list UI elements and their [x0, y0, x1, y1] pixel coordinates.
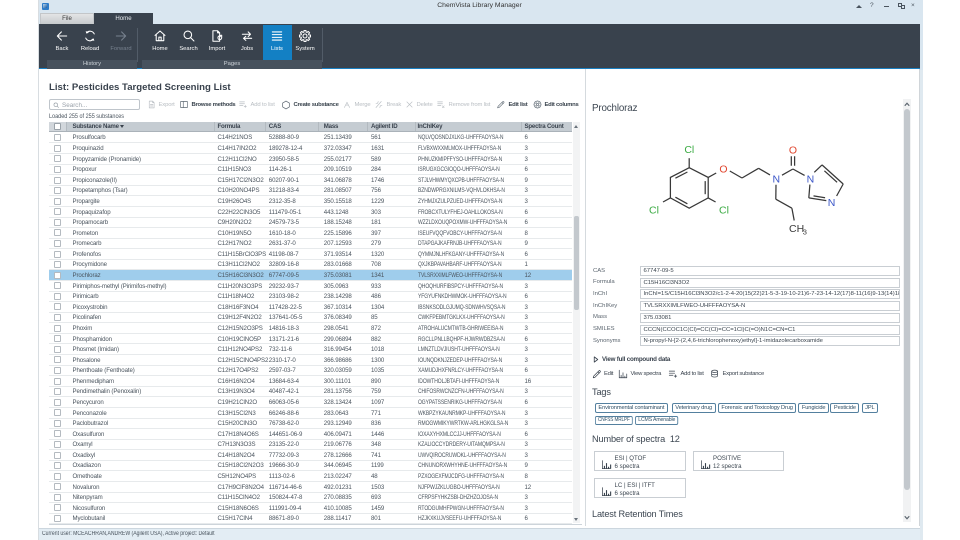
svg-text:3: 3	[803, 228, 807, 237]
svg-text:N: N	[828, 197, 836, 209]
svg-text:Cl: Cl	[719, 204, 729, 216]
svg-text:N: N	[773, 174, 781, 186]
svg-text:N: N	[807, 174, 815, 186]
svg-text:Cl: Cl	[649, 204, 659, 216]
svg-text:Cl: Cl	[684, 144, 694, 156]
svg-text:O: O	[719, 164, 727, 176]
svg-text:O: O	[789, 145, 797, 157]
